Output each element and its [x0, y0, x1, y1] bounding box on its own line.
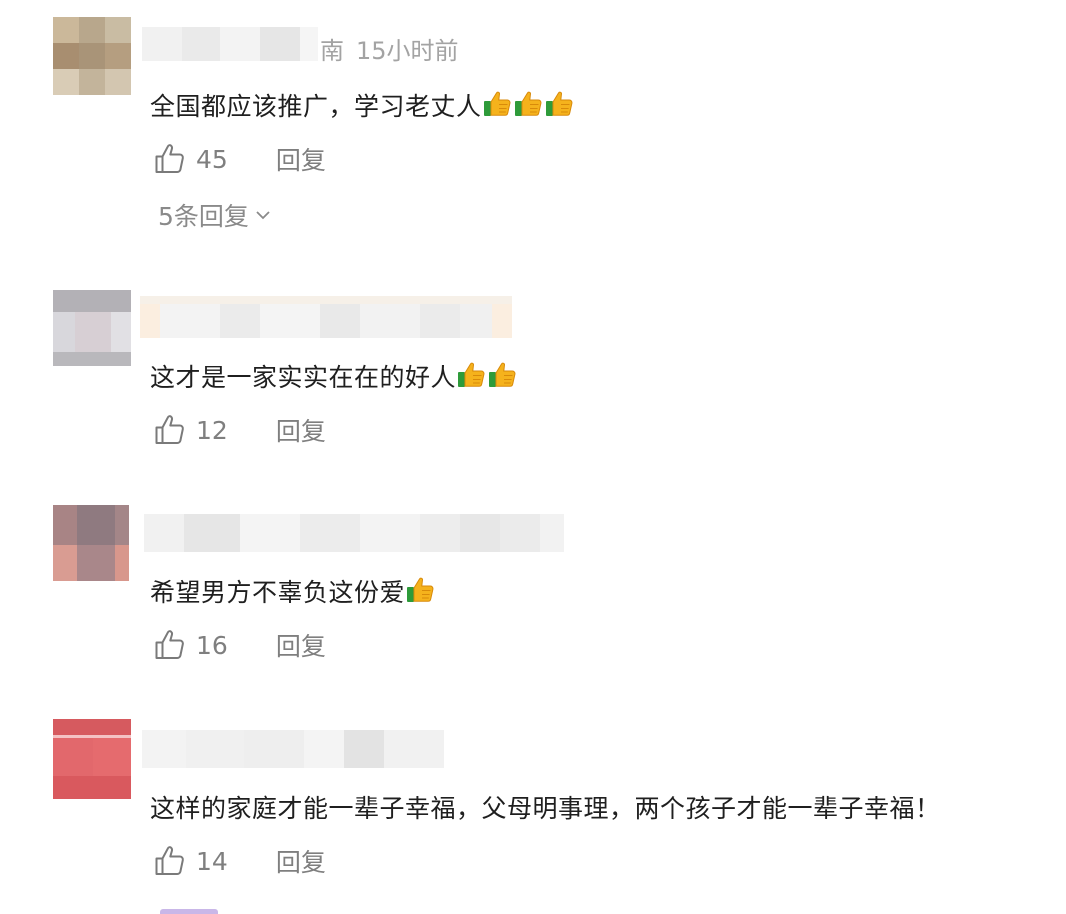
like-count: 12	[196, 415, 228, 445]
comment-actions: 14 回复	[153, 843, 326, 879]
reply-button[interactable]: 回复	[276, 843, 326, 879]
thumbs-up-emoji-icon	[489, 362, 516, 387]
username-blurred[interactable]	[140, 296, 512, 338]
emoji-group	[456, 362, 518, 392]
username-blurred[interactable]	[144, 514, 564, 552]
reply-button[interactable]: 回复	[276, 141, 326, 177]
thumbs-up-emoji-icon	[407, 577, 434, 602]
like-button[interactable]: 16	[153, 628, 228, 662]
thumbs-up-emoji-icon	[458, 362, 485, 387]
comment-text: 全国都应该推广，学习老丈人	[150, 87, 575, 123]
comment-actions: 45 回复	[153, 141, 326, 177]
like-count: 16	[196, 630, 228, 660]
comment-text-content: 希望男方不辜负这份爱	[150, 578, 406, 607]
thumbs-up-outline-icon	[153, 628, 187, 662]
reply-button[interactable]: 回复	[276, 412, 326, 448]
comment-text: 希望男方不辜负这份爱	[150, 573, 436, 609]
replies-count-label: 5条回复	[158, 202, 249, 231]
comment-text: 这才是一家实实在在的好人	[150, 358, 518, 394]
username-blurred[interactable]	[142, 27, 318, 61]
like-button[interactable]: 45	[153, 142, 228, 176]
comment-text-content: 全国都应该推广，学习老丈人	[150, 92, 482, 121]
next-comment-avatar-peek	[160, 909, 218, 914]
avatar[interactable]	[53, 505, 129, 581]
avatar[interactable]	[53, 719, 131, 799]
thumbs-up-emoji-icon	[545, 91, 572, 116]
thumbs-up-emoji-icon	[483, 91, 510, 116]
emoji-group	[482, 91, 575, 121]
view-replies-button[interactable]: 5条回复	[158, 197, 271, 233]
username-blurred[interactable]	[142, 730, 444, 768]
comment-actions: 12 回复	[153, 412, 326, 448]
comment-text-content: 这样的家庭才能一辈子幸福，父母明事理，两个孩子才能一辈子幸福！	[150, 794, 941, 823]
thumbs-up-outline-icon	[153, 142, 187, 176]
comment-actions: 16 回复	[153, 627, 326, 663]
comment-text-content: 这才是一家实实在在的好人	[150, 363, 457, 392]
comment-meta: 南 15小时前	[320, 31, 459, 66]
timestamp: 15小时前	[356, 37, 459, 65]
like-button[interactable]: 12	[153, 413, 228, 447]
thumbs-up-outline-icon	[153, 413, 187, 447]
comment-text: 这样的家庭才能一辈子幸福，父母明事理，两个孩子才能一辈子幸福！	[150, 789, 941, 825]
like-button[interactable]: 14	[153, 844, 228, 878]
thumbs-up-emoji-icon	[514, 91, 541, 116]
avatar[interactable]	[53, 290, 131, 366]
emoji-group	[405, 577, 436, 607]
reply-button[interactable]: 回复	[276, 627, 326, 663]
location-label: 南	[320, 37, 344, 65]
avatar[interactable]	[53, 17, 131, 95]
thumbs-up-outline-icon	[153, 844, 187, 878]
like-count: 14	[196, 846, 228, 876]
chevron-down-icon	[256, 211, 270, 220]
like-count: 45	[196, 144, 228, 174]
